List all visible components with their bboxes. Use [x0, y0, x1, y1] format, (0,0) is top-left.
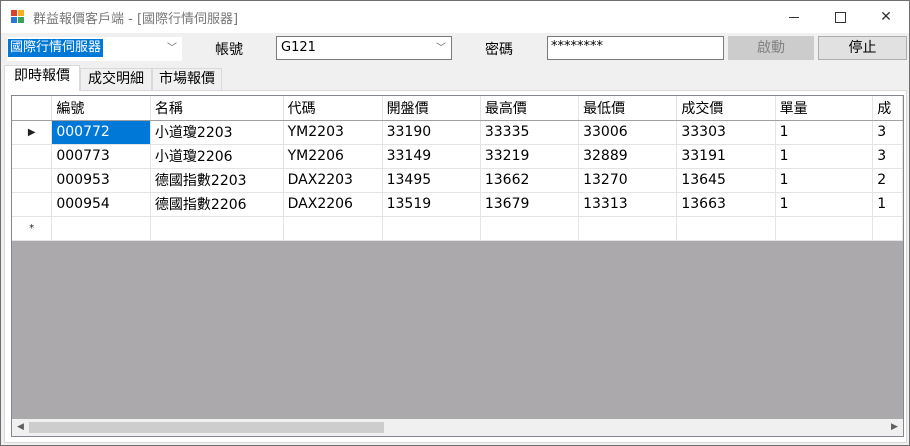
- grid-cell[interactable]: 13313: [578, 192, 678, 217]
- new-row-indicator[interactable]: *: [12, 216, 53, 241]
- minimize-button[interactable]: [771, 1, 817, 33]
- column-header-qty[interactable]: 單量: [775, 96, 874, 121]
- row-header[interactable]: [12, 168, 53, 193]
- grid-cell[interactable]: 1: [872, 192, 903, 217]
- grid-cell[interactable]: 1: [775, 144, 874, 169]
- title-bar: 群益報價客戶端 - [國際行情伺服器] ✕: [1, 1, 909, 33]
- account-select[interactable]: G121 ﹀: [276, 36, 452, 60]
- grid-cell[interactable]: 33335: [480, 120, 580, 145]
- grid-cell[interactable]: 33303: [676, 120, 776, 145]
- scrollbar-thumb[interactable]: [29, 422, 384, 433]
- grid-cell[interactable]: 小道瓊2206: [150, 144, 284, 169]
- scroll-right-icon[interactable]: ▶: [886, 419, 903, 436]
- grid-cell[interactable]: 33149: [382, 144, 481, 169]
- column-header-id[interactable]: 編號: [51, 96, 151, 121]
- tab-market-quotes[interactable]: 市場報價: [152, 68, 222, 90]
- grid-cell[interactable]: 000773: [51, 144, 151, 169]
- scroll-left-icon[interactable]: ◀: [12, 419, 29, 436]
- maximize-icon: [835, 12, 846, 23]
- close-icon: ✕: [880, 9, 892, 25]
- column-header-low[interactable]: 最低價: [578, 96, 678, 121]
- grid-cell[interactable]: 13662: [480, 168, 580, 193]
- password-label: 密碼: [485, 42, 513, 58]
- grid-cell[interactable]: 13663: [676, 192, 776, 217]
- stop-button[interactable]: 停止: [818, 36, 907, 60]
- close-button[interactable]: ✕: [863, 1, 909, 33]
- row-header[interactable]: [12, 192, 53, 217]
- grid-cell[interactable]: 1: [775, 120, 874, 145]
- grid-cell[interactable]: [382, 216, 481, 241]
- grid-header-row: 編號 名稱 代碼 開盤價 最高價 最低價 成交價 單量 成: [12, 96, 903, 121]
- account-label: 帳號: [215, 42, 243, 58]
- app-icon: [11, 10, 25, 24]
- table-row[interactable]: 000773 小道瓊2206 YM2206 33149 33219 32889 …: [12, 144, 903, 169]
- server-select[interactable]: 國際行情伺服器 ﹀: [6, 36, 183, 62]
- grid-cell[interactable]: 000953: [51, 168, 151, 193]
- current-row-indicator[interactable]: ▶: [12, 120, 53, 145]
- grid-cell[interactable]: 1: [775, 168, 874, 193]
- grid-cell[interactable]: 德國指數2203: [150, 168, 284, 193]
- grid-cell[interactable]: [872, 216, 903, 241]
- grid-cell[interactable]: YM2203: [283, 120, 383, 145]
- grid-cell[interactable]: 000954: [51, 192, 151, 217]
- password-field[interactable]: ********: [547, 36, 724, 60]
- grid-corner: [12, 96, 53, 121]
- window-title: 群益報價客戶端 - [國際行情伺服器]: [33, 12, 239, 27]
- table-row[interactable]: 000954 德國指數2206 DAX2206 13519 13679 1331…: [12, 192, 903, 217]
- grid-cell[interactable]: [676, 216, 776, 241]
- password-value: ********: [551, 39, 603, 54]
- grid-cell[interactable]: 33191: [676, 144, 776, 169]
- row-header[interactable]: [12, 144, 53, 169]
- account-value: G121: [281, 40, 316, 55]
- grid-cell[interactable]: [283, 216, 383, 241]
- grid-cell[interactable]: 32889: [578, 144, 678, 169]
- grid-cell[interactable]: 000772: [51, 120, 151, 145]
- grid-cell[interactable]: 13679: [480, 192, 580, 217]
- table-row[interactable]: 000953 德國指數2203 DAX2203 13495 13662 1327…: [12, 168, 903, 193]
- tab-trade-details[interactable]: 成交明細: [80, 68, 152, 90]
- chevron-down-icon[interactable]: ﹀: [163, 38, 181, 60]
- tab-realtime-quotes[interactable]: 即時報價: [4, 65, 80, 91]
- grid-cell[interactable]: YM2206: [283, 144, 383, 169]
- horizontal-scrollbar[interactable]: ◀ ▶: [12, 419, 903, 436]
- app-window: 群益報價客戶端 - [國際行情伺服器] ✕ 國際行情伺服器 ﹀ 帳號 G121 …: [0, 0, 910, 446]
- grid-cell[interactable]: [150, 216, 284, 241]
- grid-cell[interactable]: 33006: [578, 120, 678, 145]
- chevron-down-icon[interactable]: ﹀: [432, 38, 450, 60]
- grid-cell[interactable]: 13495: [382, 168, 481, 193]
- table-row[interactable]: ▶ 000772 小道瓊2203 YM2203 33190 33335 3300…: [12, 120, 903, 145]
- grid-cell[interactable]: DAX2203: [283, 168, 383, 193]
- grid-cell[interactable]: 2: [872, 168, 903, 193]
- grid-cell[interactable]: [51, 216, 151, 241]
- grid-cell[interactable]: 1: [775, 192, 874, 217]
- column-header-open[interactable]: 開盤價: [382, 96, 481, 121]
- grid-cell[interactable]: [480, 216, 580, 241]
- quotes-table: 編號 名稱 代碼 開盤價 最高價 最低價 成交價 單量 成 ▶ 000772 小…: [12, 96, 903, 241]
- column-header-last[interactable]: 成交價: [676, 96, 776, 121]
- grid-cell[interactable]: 3: [872, 120, 903, 145]
- grid-cell[interactable]: 33219: [480, 144, 580, 169]
- grid-cell[interactable]: 德國指數2206: [150, 192, 284, 217]
- grid-cell[interactable]: 小道瓊2203: [150, 120, 284, 145]
- grid-cell[interactable]: [578, 216, 678, 241]
- quotes-grid[interactable]: 編號 名稱 代碼 開盤價 最高價 最低價 成交價 單量 成 ▶ 000772 小…: [11, 95, 904, 437]
- minimize-icon: [789, 17, 799, 18]
- grid-cell[interactable]: 3: [872, 144, 903, 169]
- column-header-code[interactable]: 代碼: [283, 96, 383, 121]
- start-button[interactable]: 啟動: [728, 36, 814, 60]
- grid-cell[interactable]: 13645: [676, 168, 776, 193]
- grid-cell[interactable]: 13270: [578, 168, 678, 193]
- column-header-name[interactable]: 名稱: [150, 96, 284, 121]
- grid-cell[interactable]: 13519: [382, 192, 481, 217]
- server-select-value: 國際行情伺服器: [8, 39, 104, 57]
- grid-cell[interactable]: 33190: [382, 120, 481, 145]
- maximize-button[interactable]: [817, 1, 863, 33]
- grid-cell[interactable]: DAX2206: [283, 192, 383, 217]
- column-header-high[interactable]: 最高價: [480, 96, 580, 121]
- grid-cell[interactable]: [775, 216, 874, 241]
- new-row[interactable]: *: [12, 216, 903, 241]
- column-header-volume[interactable]: 成: [872, 96, 903, 121]
